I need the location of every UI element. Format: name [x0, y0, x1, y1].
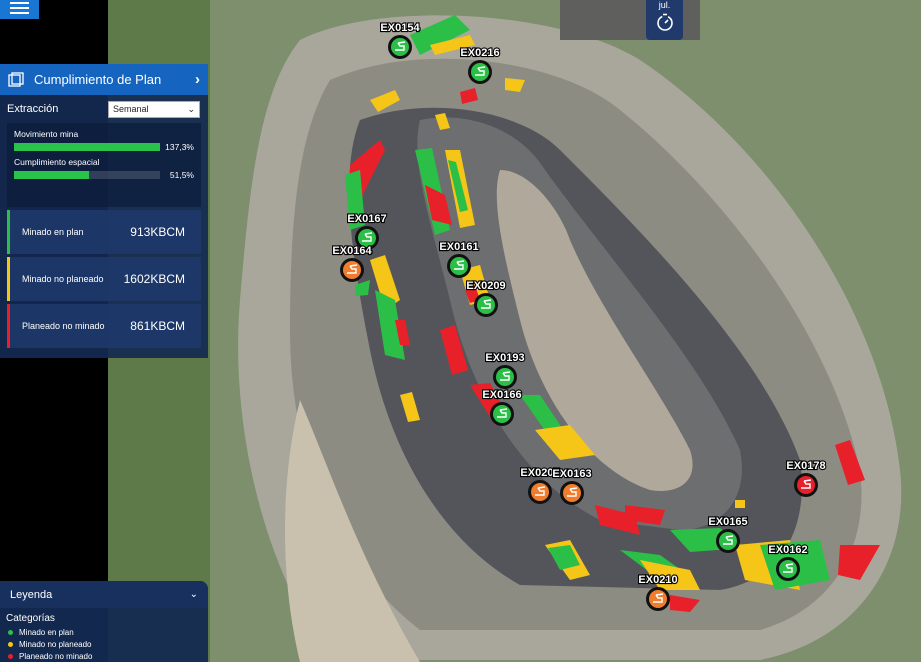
extraction-row: Extracción Semanal ⌄ — [0, 95, 208, 123]
legend-dot — [8, 629, 13, 635]
stat-value: 1602KBCM — [123, 272, 185, 286]
hamburger-menu-button[interactable] — [0, 0, 39, 19]
marker-status-dot — [563, 484, 581, 502]
marker-status-dot — [391, 38, 409, 56]
period-select-value: Semanal — [113, 104, 149, 114]
chevron-down-icon[interactable]: ⌄ — [190, 589, 198, 600]
excavator-label: EX0210 — [638, 574, 677, 586]
legend-title: Leyenda — [10, 588, 53, 601]
excavator-label: EX0193 — [485, 352, 524, 364]
metric-row: Cumplimiento espacial 51,5% — [14, 157, 194, 180]
marker-status-dot — [450, 257, 468, 275]
chevron-down-icon: ⌄ — [187, 103, 195, 114]
legend-panel: Leyenda ⌄ Categorías Minado en plan Mina… — [0, 581, 208, 662]
metrics-box: Movimiento mina 137,3% Cumplimiento espa… — [7, 123, 201, 207]
progress-bar — [14, 143, 160, 151]
legend-header[interactable]: Leyenda ⌄ — [0, 581, 208, 608]
legend-label: Minado no planeado — [19, 639, 92, 649]
stat-card-mined-unplanned[interactable]: Minado no planeado 1602KBCM — [7, 257, 201, 301]
legend-item: Minado en plan — [0, 626, 208, 638]
date-label: jul. — [658, 0, 671, 10]
marker-status-dot — [797, 476, 815, 494]
excavator-label: EX0166 — [482, 389, 521, 401]
chevron-right-icon[interactable]: › — [195, 71, 200, 88]
marker-status-dot — [343, 261, 361, 279]
marker-status-dot — [496, 368, 514, 386]
metric-value: 137,3% — [165, 142, 194, 152]
panel-title: Cumplimiento de Plan — [34, 72, 162, 87]
stat-name: Minado en plan — [22, 227, 84, 237]
stat-value: 913KBCM — [130, 225, 185, 239]
marker-status-dot — [477, 296, 495, 314]
marker-status-dot — [649, 590, 667, 608]
excavator-label: EX0161 — [439, 241, 478, 253]
marker-status-dot — [531, 483, 549, 501]
legend-label: Planeado no minado — [19, 651, 93, 661]
stat-card-mined-in-plan[interactable]: Minado en plan 913KBCM — [7, 210, 201, 254]
legend-dot — [8, 653, 13, 659]
progress-fill — [14, 143, 160, 151]
panel-header: Cumplimiento de Plan › — [0, 64, 208, 95]
legend-category-title: Categorías — [6, 613, 55, 624]
excavator-label: EX0164 — [332, 245, 372, 257]
excavator-label: EX0216 — [460, 47, 499, 59]
stat-name: Planeado no minado — [22, 321, 105, 331]
stat-card-planned-not-mined[interactable]: Planeado no minado 861KBCM — [7, 304, 201, 348]
excavator-label: EX0178 — [786, 460, 825, 472]
marker-status-dot — [493, 405, 511, 423]
stat-value: 861KBCM — [130, 319, 185, 333]
marker-status-dot — [719, 532, 737, 550]
map-view: EX0154 EX0216 EX0167 EX0164 EX0161 EX0209 EX01… — [0, 0, 921, 662]
metric-row: Movimiento mina 137,3% — [14, 129, 194, 152]
excavator-label: EX0209 — [466, 280, 505, 292]
progress-bar — [14, 171, 160, 179]
legend-label: Minado en plan — [19, 627, 74, 637]
plan-compliance-panel: Cumplimiento de Plan › Extracción Semana… — [0, 64, 208, 358]
marker-status-dot — [471, 63, 489, 81]
history-timer-icon[interactable] — [655, 12, 675, 32]
metric-name: Movimiento mina — [14, 129, 79, 139]
excavator-label: EX0163 — [552, 468, 591, 480]
progress-fill — [14, 171, 90, 179]
legend-dot — [8, 641, 13, 647]
legend-item: Planeado no minado — [0, 650, 208, 662]
panel-layers-icon — [8, 71, 24, 87]
metric-name: Cumplimiento espacial — [14, 157, 100, 167]
stat-name: Minado no planeado — [22, 274, 104, 284]
date-chip[interactable]: jul. — [646, 0, 683, 40]
excavator-label: EX0165 — [708, 516, 747, 528]
extraction-label: Extracción — [7, 103, 59, 115]
excavator-label: EX0162 — [768, 544, 807, 556]
legend-item: Minado no planeado — [0, 638, 208, 650]
metric-value: 51,5% — [169, 170, 194, 180]
excavator-label: EX0167 — [347, 213, 386, 225]
excavator-label: EX0154 — [380, 22, 420, 34]
period-select[interactable]: Semanal ⌄ — [108, 100, 200, 118]
marker-status-dot — [779, 560, 797, 578]
